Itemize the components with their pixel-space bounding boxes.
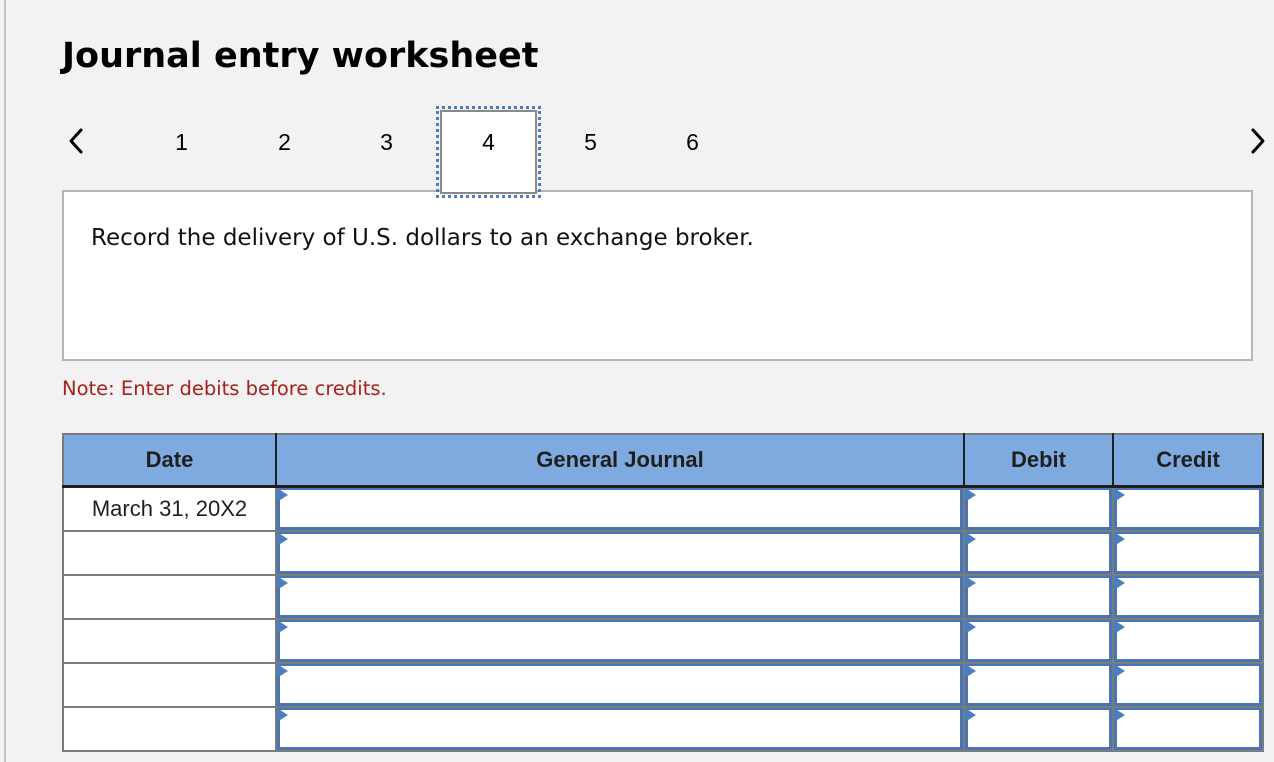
nav-tab-5[interactable]: 5 [539,108,642,194]
dropdown-marker-icon [277,708,288,722]
credit-input[interactable] [1117,622,1259,659]
credit-input[interactable] [1117,534,1259,571]
prev-button[interactable] [62,126,92,156]
dropdown-marker-icon [277,532,288,546]
dropdown-marker-icon [1114,576,1125,590]
nav-tab-label: 6 [686,128,699,155]
date-cell [62,574,277,620]
account-input[interactable] [280,490,960,527]
description-text: Record the delivery of U.S. dollars to a… [91,225,754,251]
account-cell [275,618,965,664]
debit-input[interactable] [968,622,1109,659]
table-row [62,706,1264,752]
credit-cell [1112,618,1264,664]
nav-tab-4[interactable]: 4 [436,106,541,198]
credit-cell [1112,530,1264,576]
nav-tab-1[interactable]: 1 [130,108,233,194]
debit-input[interactable] [968,710,1109,747]
debit-cell [963,485,1114,532]
dropdown-marker-icon [1114,708,1125,722]
dropdown-marker-icon [1114,488,1125,502]
dropdown-marker-icon [277,664,288,678]
description-box: Record the delivery of U.S. dollars to a… [62,190,1253,361]
nav-tab-2[interactable]: 2 [233,108,336,194]
account-cell [275,530,965,576]
table-row [62,530,1264,576]
debit-input[interactable] [968,578,1109,615]
note-text: Note: Enter debits before credits. [62,377,387,400]
header-date: Date [62,433,277,488]
table-row [62,618,1264,664]
table-row: March 31, 20X2 [62,485,1264,532]
credit-cell [1112,574,1264,620]
date-cell [62,530,277,576]
account-input[interactable] [280,622,960,659]
nav-tab-label: 5 [584,128,597,155]
nav-tab-label: 2 [278,128,291,155]
dropdown-marker-icon [277,620,288,634]
account-cell [275,574,965,620]
credit-cell [1112,485,1264,532]
date-cell: March 31, 20X2 [62,485,277,532]
debit-cell [963,574,1114,620]
date-cell [62,662,277,708]
dropdown-marker-icon [1114,620,1125,634]
account-cell [275,662,965,708]
header-general-journal: General Journal [275,433,965,488]
credit-input[interactable] [1117,578,1259,615]
date-cell [62,618,277,664]
table-header-row: Date General Journal Debit Credit [62,433,1264,488]
account-input[interactable] [280,578,960,615]
credit-input[interactable] [1117,666,1259,703]
next-button[interactable] [1243,126,1273,156]
chevron-left-icon [69,128,83,154]
debit-input[interactable] [968,666,1109,703]
nav-tab-6[interactable]: 6 [641,108,744,194]
account-input[interactable] [280,710,960,747]
account-cell [275,485,965,532]
credit-input[interactable] [1117,490,1259,527]
journal-table: Date General Journal Debit Credit March … [62,433,1264,752]
debit-cell [963,618,1114,664]
table-row [62,574,1264,620]
debit-cell [963,706,1114,752]
dropdown-marker-icon [277,576,288,590]
credit-input[interactable] [1117,710,1259,747]
account-input[interactable] [280,666,960,703]
debit-cell [963,530,1114,576]
header-debit: Debit [963,433,1114,488]
debit-input[interactable] [968,490,1109,527]
dropdown-marker-icon [277,488,288,502]
dropdown-marker-icon [965,532,976,546]
worksheet-nav: 1 2 3 4 5 6 [0,106,1274,198]
date-cell [62,706,277,752]
account-cell [275,706,965,752]
dropdown-marker-icon [965,576,976,590]
page-title: Journal entry worksheet [62,36,539,76]
nav-tab-3[interactable]: 3 [335,108,438,194]
dropdown-marker-icon [1114,664,1125,678]
dropdown-marker-icon [965,620,976,634]
nav-tab-label: 1 [175,128,188,155]
credit-cell [1112,662,1264,708]
nav-tab-label: 4 [482,128,495,155]
nav-tab-label: 3 [380,128,393,155]
account-input[interactable] [280,534,960,571]
dropdown-marker-icon [1114,532,1125,546]
header-credit: Credit [1112,433,1264,488]
dropdown-marker-icon [965,708,976,722]
dropdown-marker-icon [965,664,976,678]
table-row [62,662,1264,708]
credit-cell [1112,706,1264,752]
debit-input[interactable] [968,534,1109,571]
debit-cell [963,662,1114,708]
dropdown-marker-icon [965,488,976,502]
chevron-right-icon [1251,128,1265,154]
